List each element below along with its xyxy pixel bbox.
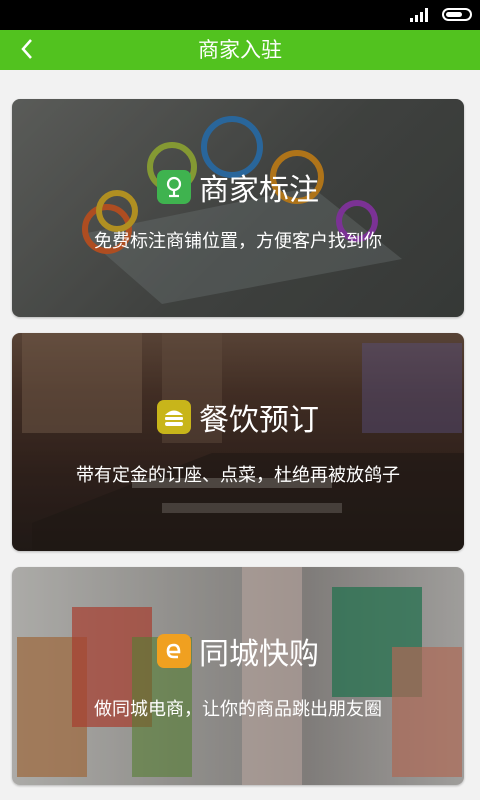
status-bar (0, 0, 480, 30)
card-merchant-marking[interactable]: 商家标注 免费标注商铺位置，方便客户找到你 (12, 99, 464, 317)
location-pin-icon (157, 170, 191, 204)
card-description: 免费标注商铺位置，方便客户找到你 (94, 231, 382, 252)
card-description: 做同城电商，让你的商品跳出朋友圈 (94, 699, 382, 720)
card-restaurant-booking[interactable]: 餐饮预订 带有定金的订座、点菜，杜绝再被放鸽子 (12, 333, 464, 551)
e-shop-icon (157, 634, 191, 668)
burger-icon (157, 400, 191, 434)
card-title: 同城快购 (199, 637, 319, 672)
battery-icon (442, 8, 472, 21)
card-city-quick-buy[interactable]: 同城快购 做同城电商，让你的商品跳出朋友圈 (12, 567, 464, 785)
signal-strength-icon (410, 8, 428, 22)
title-bar: 商家入驻 (0, 30, 480, 70)
page-title: 商家入驻 (198, 38, 282, 62)
card-title: 餐饮预订 (199, 403, 319, 438)
card-title: 商家标注 (199, 173, 319, 208)
card-description: 带有定金的订座、点菜，杜绝再被放鸽子 (76, 465, 400, 486)
